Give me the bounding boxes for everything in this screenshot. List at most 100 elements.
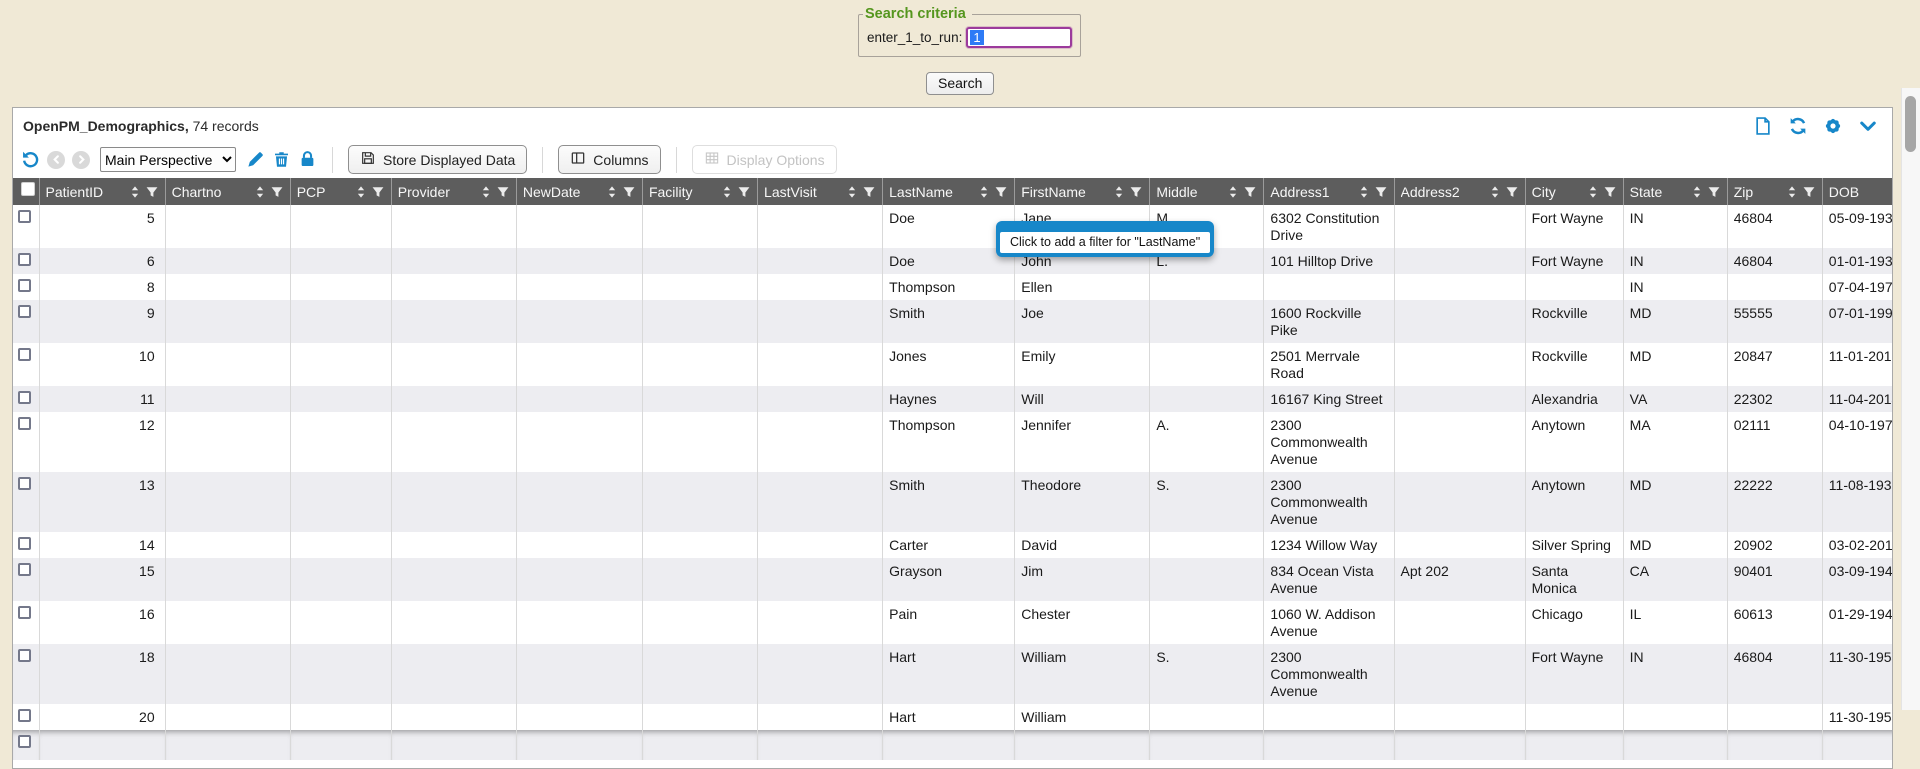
cell-city	[1525, 730, 1623, 760]
cell-firstname	[1015, 730, 1150, 760]
filter-icon[interactable]	[1707, 185, 1721, 199]
sort-icon[interactable]	[720, 185, 734, 199]
cell-patientid: 18	[39, 644, 165, 704]
sort-icon[interactable]	[1586, 185, 1600, 199]
column-label-firstname[interactable]: FirstName	[1021, 184, 1109, 200]
row-checkbox[interactable]	[18, 391, 31, 404]
chevron-down-icon[interactable]	[1858, 116, 1878, 136]
cell-lastvisit	[758, 343, 883, 386]
sort-icon[interactable]	[1357, 185, 1371, 199]
row-checkbox[interactable]	[18, 305, 31, 318]
columns-button[interactable]: Columns	[558, 145, 660, 174]
refresh-icon[interactable]	[1788, 116, 1808, 136]
filter-icon[interactable]	[1802, 185, 1816, 199]
cell-facility	[642, 730, 757, 760]
sort-icon[interactable]	[845, 185, 859, 199]
sort-icon[interactable]	[479, 185, 493, 199]
cell-patientid: 10	[39, 343, 165, 386]
filter-icon[interactable]	[1603, 185, 1617, 199]
undo-icon[interactable]	[21, 150, 40, 169]
column-label-provider[interactable]: Provider	[398, 184, 476, 200]
column-label-state[interactable]: State	[1630, 184, 1687, 200]
filter-icon[interactable]	[145, 185, 159, 199]
cell-provider	[391, 300, 516, 343]
column-label-address1[interactable]: Address1	[1270, 184, 1353, 200]
cell-chartno	[165, 412, 290, 472]
vertical-scrollbar-thumb[interactable]	[1905, 96, 1916, 152]
column-label-patientid[interactable]: PatientID	[46, 184, 125, 200]
column-label-lastvisit[interactable]: LastVisit	[764, 184, 842, 200]
row-checkbox[interactable]	[18, 606, 31, 619]
filter-icon[interactable]	[737, 185, 751, 199]
filter-icon[interactable]	[496, 185, 510, 199]
sort-icon[interactable]	[1785, 185, 1799, 199]
column-label-zip[interactable]: Zip	[1734, 184, 1782, 200]
cell-zip: 55555	[1727, 300, 1822, 343]
search-button[interactable]: Search	[926, 72, 994, 95]
sort-icon[interactable]	[977, 185, 991, 199]
row-checkbox[interactable]	[18, 735, 31, 748]
row-select-cell	[13, 274, 39, 300]
select-all-checkbox[interactable]	[21, 182, 35, 196]
lock-icon[interactable]	[298, 150, 317, 169]
filter-icon[interactable]	[371, 185, 385, 199]
column-label-facility[interactable]: Facility	[649, 184, 717, 200]
cell-facility	[642, 704, 757, 730]
sort-icon[interactable]	[128, 185, 142, 199]
cell-address2	[1394, 386, 1525, 412]
column-label-lastname[interactable]: LastName	[889, 184, 974, 200]
table-row: 15GraysonJim834 Ocean Vista AvenueApt 20…	[13, 558, 1892, 601]
column-label-middle[interactable]: Middle	[1156, 184, 1223, 200]
row-checkbox[interactable]	[18, 709, 31, 722]
sort-icon[interactable]	[605, 185, 619, 199]
cell-lastvisit	[758, 274, 883, 300]
filter-icon[interactable]	[1374, 185, 1388, 199]
panel-titlebar: OpenPM_Demographics, 74 records	[13, 108, 1892, 141]
table-row: 10JonesEmily2501 Merrvale RoadRockvilleM…	[13, 343, 1892, 386]
sort-icon[interactable]	[1488, 185, 1502, 199]
cell-state: IL	[1623, 601, 1727, 644]
column-label-city[interactable]: City	[1532, 184, 1583, 200]
trash-icon[interactable]	[272, 150, 291, 169]
row-select-cell	[13, 248, 39, 274]
enter-1-to-run-input[interactable]: 1	[966, 27, 1072, 48]
row-checkbox[interactable]	[18, 563, 31, 576]
cell-city: Chicago	[1525, 601, 1623, 644]
filter-icon[interactable]	[994, 185, 1008, 199]
row-checkbox[interactable]	[18, 210, 31, 223]
filter-icon[interactable]	[1129, 185, 1143, 199]
sort-icon[interactable]	[1112, 185, 1126, 199]
sort-icon[interactable]	[1226, 185, 1240, 199]
column-label-address2[interactable]: Address2	[1401, 184, 1485, 200]
store-displayed-data-button[interactable]: Store Displayed Data	[348, 145, 527, 174]
save-icon	[360, 150, 376, 169]
filter-icon[interactable]	[270, 185, 284, 199]
row-checkbox[interactable]	[18, 253, 31, 266]
table-row-partial	[13, 730, 1892, 760]
row-checkbox[interactable]	[18, 417, 31, 430]
filter-icon[interactable]	[1243, 185, 1257, 199]
row-checkbox[interactable]	[18, 537, 31, 550]
cell-pcp	[290, 730, 391, 760]
cell-facility	[642, 343, 757, 386]
column-label-chartno[interactable]: Chartno	[172, 184, 250, 200]
column-label-dob[interactable]: DOB	[1829, 184, 1892, 200]
row-checkbox[interactable]	[18, 348, 31, 361]
gear-icon[interactable]	[1823, 116, 1843, 136]
filter-icon[interactable]	[862, 185, 876, 199]
perspective-select[interactable]: Main Perspective	[100, 147, 236, 172]
column-label-newdate[interactable]: NewDate	[523, 184, 602, 200]
new-document-icon[interactable]	[1753, 116, 1773, 136]
row-checkbox[interactable]	[18, 477, 31, 490]
filter-icon[interactable]	[622, 185, 636, 199]
sort-icon[interactable]	[1690, 185, 1704, 199]
row-checkbox[interactable]	[18, 279, 31, 292]
sort-icon[interactable]	[354, 185, 368, 199]
cell-dob: 05-09-1937	[1822, 205, 1892, 248]
column-label-pcp[interactable]: PCP	[297, 184, 351, 200]
vertical-scrollbar-track[interactable]	[1901, 88, 1920, 710]
sort-icon[interactable]	[253, 185, 267, 199]
row-checkbox[interactable]	[18, 649, 31, 662]
edit-pencil-icon[interactable]	[246, 150, 265, 169]
filter-icon[interactable]	[1505, 185, 1519, 199]
